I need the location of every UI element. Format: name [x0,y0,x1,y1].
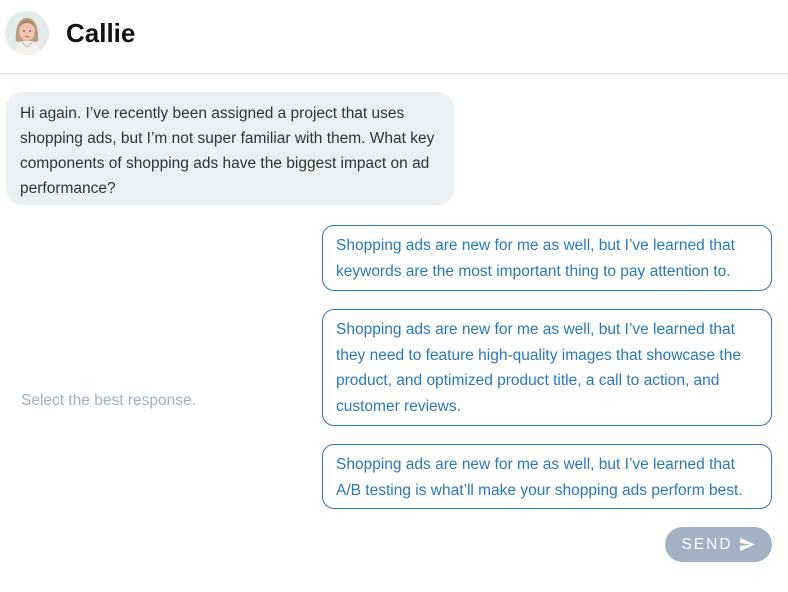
woman-avatar-icon [5,11,49,55]
chat-header: Callie [0,0,788,74]
response-option-2[interactable]: Shopping ads are new for me as well, but… [322,309,772,426]
response-instruction: Select the best response. [21,392,196,409]
send-button-label: SEND [681,535,733,553]
response-option-1[interactable]: Shopping ads are new for me as well, but… [322,225,772,291]
avatar [5,11,49,55]
send-arrow-icon [739,538,755,551]
response-option-3[interactable]: Shopping ads are new for me as well, but… [322,444,772,509]
incoming-message-bubble: Hi again. I’ve recently been assigned a … [6,92,454,205]
send-button[interactable]: SEND [665,527,772,562]
contact-name: Callie [66,18,136,48]
